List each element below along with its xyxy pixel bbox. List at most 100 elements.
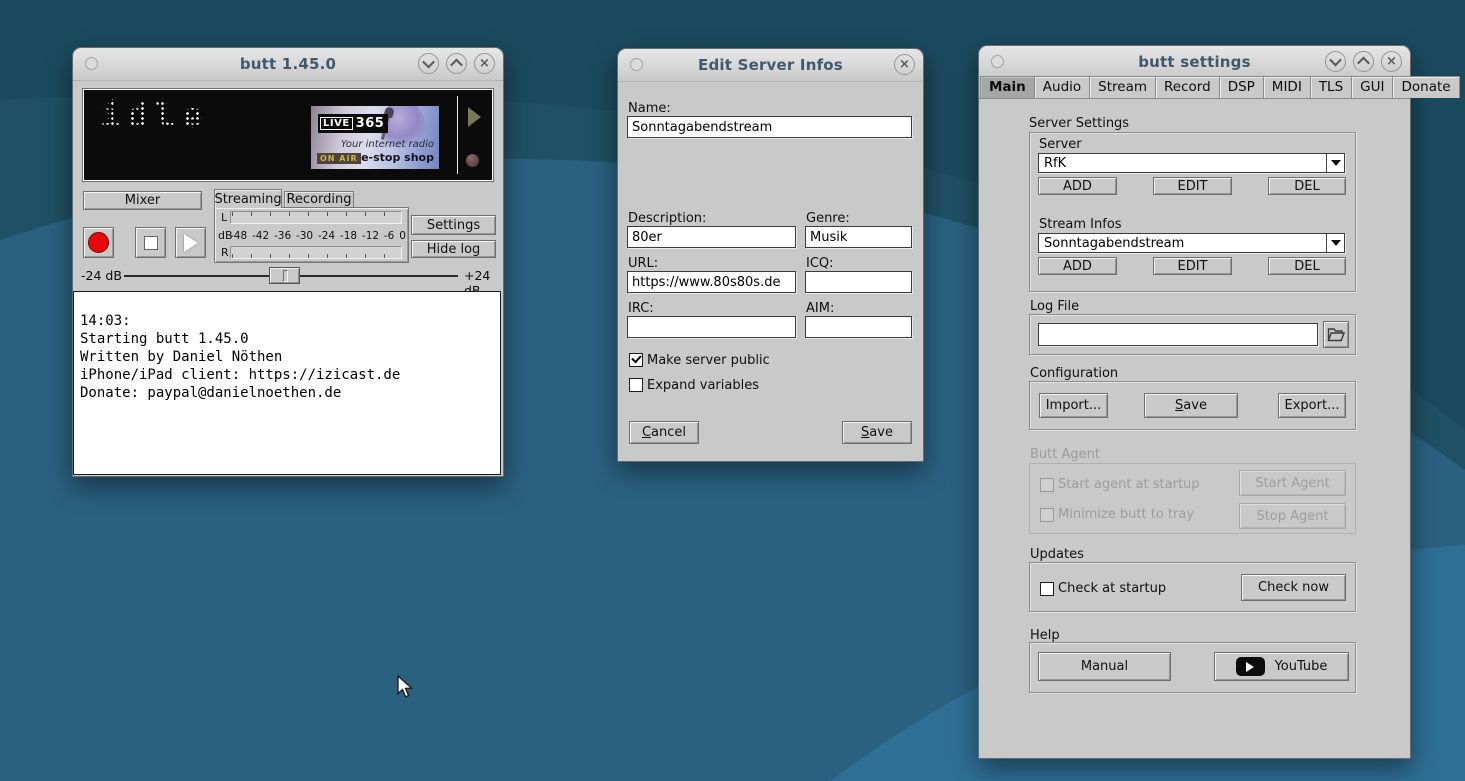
url-field[interactable] [627, 271, 796, 293]
maximize-window-button[interactable] [446, 53, 467, 74]
titlebar[interactable]: butt 1.45.0 × [73, 48, 503, 81]
record-button[interactable] [83, 227, 114, 258]
close-icon: × [1386, 55, 1397, 68]
log-file-legend: Log File [1030, 299, 1079, 314]
server-edit-button[interactable]: EDIT [1153, 177, 1232, 195]
stop-agent-button: Stop Agent [1239, 503, 1346, 529]
description-field[interactable] [627, 226, 796, 248]
shade-window-button[interactable] [1325, 51, 1346, 72]
tab-record[interactable]: Record [1155, 76, 1220, 98]
tab-streaming-label: Streaming [214, 192, 281, 207]
name-field[interactable] [627, 116, 912, 138]
tab-streaming[interactable]: Streaming [214, 189, 282, 208]
vu-right-meter [230, 246, 402, 259]
start-agent-at-startup-checkbox [1040, 478, 1054, 492]
manual-button[interactable]: Manual [1038, 652, 1171, 681]
close-icon: × [479, 57, 490, 70]
vu-scale-tick: -24 [318, 230, 335, 242]
chevron-down-icon [1331, 240, 1341, 246]
vu-left-label: L [221, 211, 227, 224]
cancel-button-label: Cancel [642, 425, 686, 440]
edit-button-label: EDIT [1178, 259, 1208, 274]
stop-button[interactable] [135, 227, 166, 258]
stream-infos-dropdown[interactable]: Sonntagabendstream [1038, 233, 1345, 253]
tab-gui[interactable]: GUI [1351, 76, 1393, 98]
hide-log-button[interactable]: Hide log [411, 240, 496, 258]
name-label: Name: [628, 101, 671, 116]
tab-tls[interactable]: TLS [1310, 76, 1352, 98]
chevron-down-icon [1331, 160, 1341, 166]
tab-main[interactable]: Main [980, 76, 1035, 98]
vu-scale-tick: -6 [384, 230, 394, 242]
cancel-button[interactable]: Cancel [629, 421, 699, 444]
minimize-butt-to-tray-label: Minimize butt to tray [1058, 507, 1194, 522]
expand-variables-checkbox[interactable] [629, 378, 643, 392]
youtube-button-label: YouTube [1275, 659, 1328, 674]
titlebar[interactable]: Edit Server Infos × [618, 49, 923, 82]
youtube-button[interactable]: YouTube [1214, 652, 1349, 681]
log-file-field[interactable] [1038, 323, 1318, 346]
icq-field[interactable] [805, 271, 912, 293]
titlebar[interactable]: butt settings × [979, 46, 1410, 79]
volume-slider-thumb[interactable] [269, 267, 300, 284]
server-add-button[interactable]: ADD [1038, 177, 1117, 195]
live365-logo: LIVE 365 [318, 114, 388, 133]
stream-infos-dropdown-value: Sonntagabendstream [1039, 236, 1326, 251]
add-button-label: ADD [1063, 179, 1092, 194]
close-window-button[interactable]: × [894, 54, 915, 75]
vu-right-label: R [221, 246, 229, 259]
log-output[interactable]: 14:03: Starting butt 1.45.0 Written by D… [73, 291, 501, 475]
genre-field[interactable] [805, 226, 912, 248]
check-at-startup-checkbox[interactable] [1040, 582, 1054, 596]
stream-add-button[interactable]: ADD [1038, 257, 1117, 275]
play-button[interactable] [175, 227, 206, 258]
tab-recording[interactable]: Recording [284, 191, 354, 208]
make-server-public-checkbox[interactable] [629, 353, 643, 367]
irc-field[interactable] [627, 316, 796, 338]
vu-ticks [232, 254, 400, 258]
import-button[interactable]: Import... [1039, 393, 1108, 418]
expand-variables-label: Expand variables [647, 378, 759, 393]
banner-tagline1: Your internet radio [341, 139, 434, 150]
mixer-button[interactable]: Mixer [83, 191, 202, 210]
server-dropdown-value: RfK [1039, 156, 1326, 171]
genre-label: Genre: [806, 211, 850, 226]
aim-field[interactable] [805, 316, 912, 338]
tab-midi[interactable]: MIDI [1263, 76, 1311, 98]
check-now-button[interactable]: Check now [1241, 574, 1346, 601]
vu-scale-tick: -18 [340, 230, 357, 242]
check-now-button-label: Check now [1258, 580, 1329, 595]
butt-settings-window: butt settings × Main Audio Stream Record… [978, 45, 1411, 759]
export-button[interactable]: Export... [1278, 393, 1346, 418]
stream-del-button[interactable]: DEL [1268, 257, 1346, 275]
server-del-button[interactable]: DEL [1268, 177, 1346, 195]
tab-stream[interactable]: Stream [1089, 76, 1156, 98]
butt-main-window: butt 1.45.0 × idle LIVE 365 Your interne… [72, 47, 504, 477]
stream-edit-button[interactable]: EDIT [1153, 257, 1232, 275]
tab-donate[interactable]: Donate [1392, 76, 1459, 98]
tab-dsp[interactable]: DSP [1219, 76, 1264, 98]
stream-status-text: idle [100, 96, 210, 136]
log-file-browse-button[interactable] [1323, 321, 1349, 348]
close-window-button[interactable]: × [1381, 51, 1402, 72]
start-agent-button-label: Start Agent [1255, 476, 1329, 491]
log-line: Starting butt 1.45.0 [80, 330, 494, 348]
display-play-icon [468, 107, 481, 127]
vu-scale-tick: -48 [230, 230, 247, 242]
close-window-button[interactable]: × [474, 53, 495, 74]
server-dropdown[interactable]: RfK [1038, 153, 1345, 173]
close-icon: × [899, 58, 910, 71]
settings-button[interactable]: Settings [411, 215, 496, 235]
folder-icon [1327, 327, 1345, 342]
log-line: Written by Daniel Nöthen [80, 348, 494, 366]
stop-icon [144, 236, 158, 250]
tab-audio[interactable]: Audio [1034, 76, 1090, 98]
live365-banner[interactable]: LIVE 365 Your internet radio one-stop sh… [311, 106, 439, 169]
save-button[interactable]: Save [842, 421, 912, 444]
config-save-button[interactable]: Save [1144, 393, 1238, 418]
vu-scale-tick: -42 [252, 230, 269, 242]
updates-legend: Updates [1030, 547, 1084, 562]
shade-window-button[interactable] [418, 53, 439, 74]
maximize-window-button[interactable] [1353, 51, 1374, 72]
tab-recording-label: Recording [286, 192, 351, 207]
